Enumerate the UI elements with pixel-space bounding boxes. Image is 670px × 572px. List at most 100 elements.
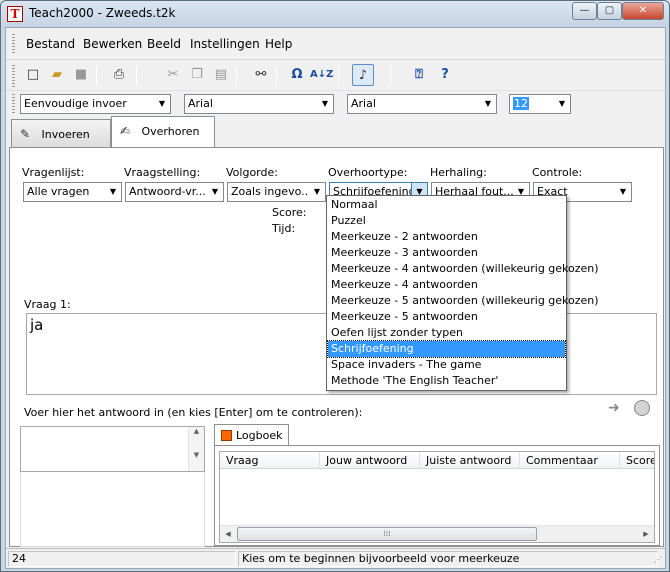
input-mode-select[interactable]: Eenvoudige invoer ▼ [20, 94, 171, 114]
menu-bar: Bestand Bewerken Beeld Instellingen Help [6, 28, 665, 60]
overhoortype-dropdown-list: Normaal Puzzel Meerkeuze - 2 antwoorden Mee… [326, 195, 599, 391]
chevron-down-icon[interactable]: ▼ [317, 95, 333, 113]
menu-beeld[interactable]: Beeld [147, 37, 181, 51]
volgorde-label: Volgorde: [226, 166, 278, 179]
toolbar-separator [136, 65, 137, 85]
font-select-right[interactable]: Arial ▼ [347, 94, 497, 114]
vragenlijst-select[interactable]: Alle vragen ▼ [23, 182, 122, 202]
window-title: Teach2000 - Zweeds.t2k [29, 6, 176, 20]
chevron-down-icon[interactable]: ▼ [207, 183, 223, 201]
column-vraag[interactable]: Vraag [220, 452, 320, 469]
print-icon[interactable]: ⎙ [108, 64, 130, 86]
sort-icon[interactable]: A↓Z [310, 64, 333, 86]
log-horizontal-scrollbar[interactable]: ◀ ⁞⁞⁞ ▶ [220, 525, 654, 542]
overhoortype-label: Overhoortype: [328, 166, 408, 179]
toolbar-separator [276, 65, 277, 85]
input-mode-value: Eenvoudige invoer [24, 97, 127, 110]
volgorde-select[interactable]: Zoals ingevo... ▼ [227, 182, 326, 202]
new-file-icon[interactable]: □ [22, 64, 44, 86]
score-label: Score: [272, 206, 307, 219]
tab-invoeren[interactable]: ✎ Invoeren [11, 119, 111, 147]
dropdown-option[interactable]: Meerkeuze - 5 antwoorden [328, 309, 565, 325]
volgorde-value: Zoals ingevo... [231, 185, 312, 198]
menu-bestand[interactable]: Bestand [26, 37, 75, 51]
dropdown-option[interactable]: Normaal [328, 197, 565, 213]
sound-note-icon[interactable]: ♪ [352, 64, 374, 86]
dropdown-option[interactable]: Meerkeuze - 2 antwoorden [328, 229, 565, 245]
arrow-right-icon[interactable]: ➜ [608, 400, 620, 416]
logbook-icon [221, 430, 232, 441]
chevron-down-icon[interactable]: ▼ [615, 183, 631, 201]
dropdown-option[interactable]: Space invaders - The game [328, 357, 565, 373]
dropdown-option[interactable]: Oefen lijst zonder typen [328, 325, 565, 341]
toolbar: □ ▰ ■ ⎙ ✂ ❐ ▤ ⚯ Ω A↓Z ♪ ⍰ ? [6, 61, 665, 91]
find-binoculars-icon[interactable]: ⚯ [250, 64, 272, 86]
app-logo-icon: T [7, 6, 23, 22]
formatbar-grip[interactable] [12, 94, 15, 114]
scroll-left-icon[interactable]: ◀ [220, 526, 236, 542]
menu-grip[interactable] [12, 34, 15, 54]
answer-scrollbar[interactable]: ▲ ▼ [188, 427, 204, 471]
minimize-button[interactable]: — [572, 2, 597, 20]
stop-icon[interactable] [634, 400, 650, 416]
column-jouw-antwoord[interactable]: Jouw antwoord [320, 452, 420, 469]
vraagstelling-label: Vraagstelling: [124, 166, 201, 179]
cut-icon[interactable]: ✂ [162, 64, 184, 86]
controle-label: Controle: [532, 166, 583, 179]
dropdown-option[interactable]: Methode 'The English Teacher' [328, 373, 565, 389]
paste-icon[interactable]: ▤ [210, 64, 232, 86]
logboek-label: Logboek [236, 429, 283, 442]
dropdown-option[interactable]: Meerkeuze - 4 antwoorden [328, 277, 565, 293]
question-label: Vraag 1: [24, 298, 71, 311]
resize-grip-icon[interactable]: ⋰ [654, 555, 662, 564]
vraagstelling-select[interactable]: Antwoord-vr... ▼ [125, 182, 224, 202]
toolbar-separator [236, 65, 237, 85]
special-characters-icon[interactable]: Ω [286, 64, 308, 86]
tab-overhoren-label: Overhoren [141, 125, 200, 138]
column-juiste-antwoord[interactable]: Juiste antwoord [420, 452, 520, 469]
save-icon[interactable]: ■ [70, 64, 92, 86]
maximize-button[interactable]: ▢ [597, 2, 622, 20]
chevron-down-icon[interactable]: ▼ [309, 183, 325, 201]
menu-instellingen[interactable]: Instellingen [190, 37, 260, 51]
chevron-down-icon[interactable]: ▼ [554, 95, 570, 113]
edit-pencil-icon: ✎ [20, 127, 31, 141]
font-size-select[interactable]: 12 ▼ [509, 94, 571, 114]
scroll-right-icon[interactable]: ▶ [638, 526, 654, 542]
answer-area [20, 472, 205, 547]
quiz-icon: ✍ [120, 124, 131, 138]
question-text: ja [30, 316, 44, 334]
dropdown-option[interactable]: Schrijfoefening [327, 340, 566, 358]
column-commentaar[interactable]: Commentaar [520, 452, 620, 469]
toolbar-grip[interactable] [12, 65, 15, 87]
font-select-left[interactable]: Arial ▼ [184, 94, 334, 114]
column-score[interactable]: Score [620, 452, 654, 469]
format-bar: Eenvoudige invoer ▼ Arial ▼ Arial ▼ 12 ▼ [6, 92, 665, 116]
dropdown-option[interactable]: Puzzel [328, 213, 565, 229]
font-right-value: Arial [351, 97, 376, 110]
help-topics-icon[interactable]: ⍰ [408, 64, 430, 86]
tab-strip: ✎ Invoeren ✍ Overhoren [6, 116, 665, 148]
chevron-down-icon[interactable]: ▼ [154, 95, 170, 113]
help-about-icon[interactable]: ? [434, 64, 456, 86]
title-bar[interactable]: T Teach2000 - Zweeds.t2k — ▢ ✕ [1, 1, 669, 27]
chevron-down-icon[interactable]: ▼ [105, 183, 121, 201]
toolbar-separator [390, 65, 391, 85]
menu-bewerken[interactable]: Bewerken [83, 37, 142, 51]
dropdown-option[interactable]: Meerkeuze - 5 antwoorden (willekeurig ge… [328, 293, 599, 309]
answer-input[interactable]: ▲ ▼ [20, 426, 205, 472]
open-folder-icon[interactable]: ▰ [46, 64, 68, 86]
scroll-thumb[interactable]: ⁞⁞⁞ [237, 527, 537, 541]
font-left-value: Arial [188, 97, 213, 110]
chevron-down-icon[interactable]: ▼ [480, 95, 496, 113]
tab-overhoren[interactable]: ✍ Overhoren [111, 116, 215, 147]
close-button[interactable]: ✕ [622, 2, 664, 20]
log-grid: Vraag Jouw antwoord Juiste antwoord Comm… [219, 451, 655, 543]
copy-icon[interactable]: ❐ [186, 64, 208, 86]
menu-help[interactable]: Help [265, 37, 292, 51]
status-message: Kies om te beginnen bijvoorbeeld voor me… [238, 551, 658, 567]
dropdown-option[interactable]: Meerkeuze - 4 antwoorden (willekeurig ge… [328, 261, 599, 277]
tab-logboek[interactable]: Logboek [214, 424, 289, 446]
status-bar: 24 Kies om te beginnen bijvoorbeeld voor… [6, 548, 665, 568]
dropdown-option[interactable]: Meerkeuze - 3 antwoorden [328, 245, 565, 261]
